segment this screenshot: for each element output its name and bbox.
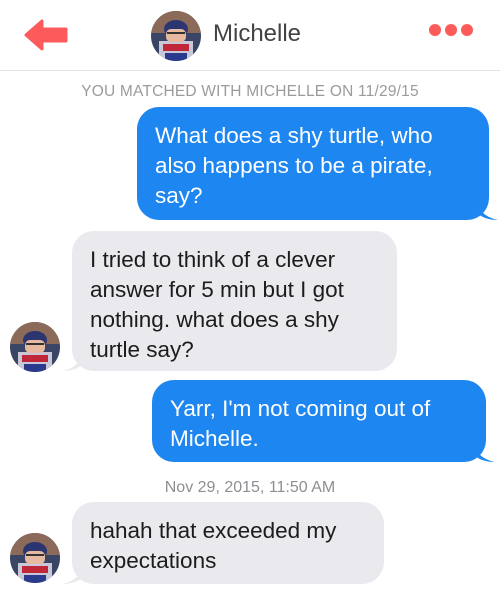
contact-avatar[interactable] [10,322,60,372]
bubble-tail [62,560,86,584]
outgoing-message: What does a shy turtle, who also happens… [137,107,489,220]
bubble-tail [471,438,495,462]
back-arrow-icon[interactable] [22,18,70,52]
more-dots-icon[interactable] [429,24,479,44]
incoming-message: I tried to think of a clever answer for … [72,231,397,371]
bubble-tail [474,196,498,220]
contact-avatar[interactable] [10,533,60,583]
outgoing-message: Yarr, I'm not coming out of Michelle. [152,380,486,462]
bubble-tail [62,347,86,371]
contact-name[interactable]: Michelle [213,20,301,48]
message-timestamp: Nov 29, 2015, 11:50 AM [164,479,336,496]
contact-avatar[interactable] [151,11,201,61]
match-note: YOU MATCHED WITH MICHELLE ON 11/29/15 [81,83,419,100]
chat-header: Michelle [0,0,500,71]
incoming-message: hahah that exceeded my expectations [72,502,384,584]
